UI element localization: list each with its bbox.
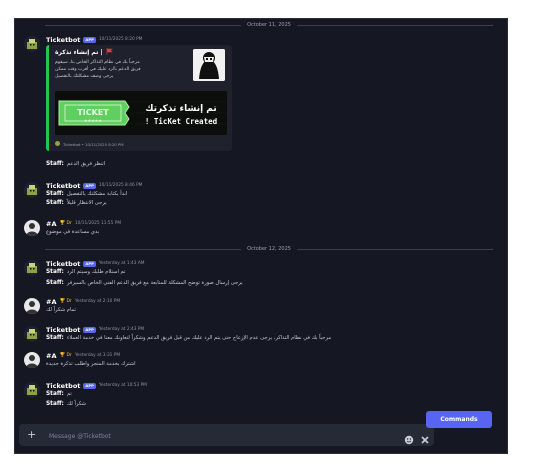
banner-arabic-text: تم إنشاء تذكرتك (145, 104, 216, 114)
footer-bot-icon (55, 141, 60, 147)
banner-ticket-text: TICKET (77, 108, 109, 117)
ticketbot-avatar[interactable] (24, 382, 40, 398)
timestamp: Yesterday at 3:31 PM (74, 353, 121, 358)
embed-desc-line: مرحباً بك في نظام التذاكر الخاص بنا، سيق… (55, 60, 140, 65)
embed-footer-text: Ticketbot • 10/11/2025 8:20 PM (63, 141, 124, 147)
embed-title: تم إنشاء تذكرة | (55, 48, 113, 57)
message-line: Staff: تم استلام طلبك وسيتم الرد (46, 267, 125, 276)
message-line: بدي مساعدة في موضوع (46, 227, 99, 236)
message-line: اشترك بخدمة المتجر واطلب تذكرة جديدة (46, 359, 136, 368)
chat-window: October 11, 2025 Ticketbot APP 10/11/202… (14, 18, 508, 454)
message-line: تمام شكراً لك (46, 305, 76, 314)
embed-description: مرحباً بك في نظام التذاكر الخاص بنا، سيق… (55, 59, 141, 80)
message-header: Ticketbot APP 10/11/2025 8:20 PM (46, 35, 142, 44)
staff-label: Staff: (46, 199, 64, 206)
message-input[interactable] (47, 428, 371, 444)
author-name[interactable]: Ticketbot (46, 36, 80, 44)
embed-footer: Ticketbot • 10/11/2025 8:20 PM (55, 141, 124, 147)
timestamp: 10/11/2025 8:46 PM (98, 183, 143, 188)
message-text: اشترك بخدمة المتجر واطلب تذكرة جديدة (46, 360, 136, 367)
message-text: يرجى إرسال صورة توضح المشكلة للمتابعة مع… (66, 279, 243, 286)
date-divider: October 12, 2025 (45, 245, 493, 254)
message-text: ابدأ بكتابة مشكلتك بالتفصيل (66, 190, 128, 197)
message-text: بدي مساعدة في موضوع (46, 228, 100, 235)
app-badge: APP (83, 36, 96, 43)
embed-title-text: تم إنشاء تذكرة | (55, 49, 103, 56)
commands-button[interactable]: Commands (426, 411, 492, 428)
emoji-icon[interactable] (404, 430, 414, 445)
timestamp: Yesterday at 10:53 PM (98, 383, 147, 388)
message-composer: + (19, 424, 434, 446)
ticket-embed: تم إنشاء تذكرة | مرحباً بك في نظام التذا… (46, 45, 232, 151)
timestamp: 10/11/2025 11:55 PM (74, 221, 122, 226)
message-text: يرجى الانتظار قليلاً (66, 199, 107, 206)
banner-english-text: ! TicKet Created (145, 117, 217, 126)
svg-text:★★★★★: ★★★★★ (84, 118, 102, 123)
message-line: Staff: يرجى الانتظار قليلاً (46, 198, 107, 207)
date-divider: October 11, 2025 (45, 21, 493, 30)
message-text: تم استلام طلبك وسيتم الرد (66, 268, 126, 275)
date-divider-label: October 12, 2025 (241, 245, 297, 254)
user-avatar[interactable] (24, 220, 40, 236)
embed-thumbnail[interactable] (193, 49, 225, 81)
timestamp: Yesterday at 2:43 PM (98, 327, 145, 332)
timestamp: 10/11/2025 8:20 PM (98, 37, 143, 42)
date-divider-label: October 11, 2025 (241, 21, 297, 30)
message-line: Staff: ابدأ بكتابة مشكلتك بالتفصيل (46, 189, 127, 198)
ticket-created-banner[interactable]: TICKET ★★★★★ تم إنشاء تذكرتك ! TicKet Cr… (55, 91, 227, 135)
ticketbot-avatar[interactable] (24, 326, 40, 342)
message-line: Staff: اتنظر فريق الدعم (46, 159, 105, 168)
timestamp: Yesterday at 1:43 AM (98, 261, 145, 266)
message-text: مرحباً بك في نظام التذاكر، يرجى عدم الإز… (66, 334, 332, 341)
embed-desc-line: يرجى وصف مشكلتك بالتفصيل (55, 74, 114, 79)
user-avatar[interactable] (24, 298, 40, 314)
app-badge: APP (83, 182, 96, 189)
message-text: اتنظر فريق الدعم (66, 160, 106, 167)
gift-icon[interactable] (420, 430, 430, 444)
red-flag-icon (106, 48, 113, 57)
staff-label: Staff: (46, 190, 64, 197)
app-badge: APP (83, 382, 96, 389)
message-line: Staff: شكراً لك (46, 399, 86, 408)
staff-label: Staff: (46, 400, 64, 407)
staff-label: Staff: (46, 279, 64, 286)
staff-label: Staff: (46, 334, 64, 341)
embed-desc-line: فريق الدعم بالرد عليك في أقرب وقت ممكن (55, 67, 141, 72)
staff-label: Staff: (46, 268, 64, 275)
message-line: Staff: مرحباً بك في نظام التذاكر، يرجى عد… (46, 333, 503, 342)
message-text: تمام شكراً لك (46, 306, 77, 313)
user-avatar[interactable] (24, 352, 40, 368)
staff-label: Staff: (46, 160, 64, 167)
app-badge: APP (83, 326, 96, 333)
role-tag: 🏆 Dr (59, 353, 72, 358)
ticketbot-avatar[interactable] (24, 182, 40, 198)
app-badge: APP (83, 260, 96, 267)
message-line: Staff: تم (46, 389, 72, 398)
ticketbot-avatar[interactable] (24, 36, 40, 52)
timestamp: Yesterday at 2:10 PM (74, 299, 121, 304)
message-text: تم (66, 390, 72, 397)
role-tag: 🏆 Dr (59, 221, 72, 226)
ticketbot-avatar[interactable] (24, 260, 40, 276)
message-text: شكراً لك (66, 400, 86, 407)
staff-label: Staff: (46, 390, 64, 397)
role-tag: 🏆 Dr (59, 299, 72, 304)
add-attachment-icon[interactable]: + (27, 427, 36, 443)
message-line: Staff: يرجى إرسال صورة توضح المشكلة للمتا… (46, 278, 243, 287)
